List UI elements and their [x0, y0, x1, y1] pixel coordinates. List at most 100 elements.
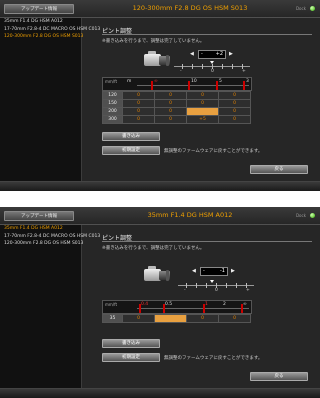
grid-cell[interactable]: 0	[186, 99, 219, 108]
distance-label: 3	[246, 79, 249, 84]
zoom-label: 300	[102, 115, 123, 124]
grid-cell[interactable]: 0	[186, 91, 219, 100]
notice-text: ※書き込みを行うまで、調整は完了していません。	[102, 39, 205, 44]
adjust-value-stepper[interactable]: - -1	[200, 267, 228, 276]
grid-cell[interactable]: 0	[218, 99, 251, 108]
decrement-arrow-icon[interactable]: ◀	[190, 51, 194, 57]
lens-title: 120-300mm F2.8 DG OS HSM S013	[132, 4, 248, 12]
grid-cell[interactable]: 0	[122, 107, 155, 116]
distance-label: 0.5	[165, 302, 173, 307]
dock-status-icon	[310, 213, 315, 218]
zoom-label: 120	[102, 91, 123, 100]
lens-item-selected[interactable]: 35mm F1.4 DG HSM A012	[0, 225, 81, 233]
scale-plus-label: +	[242, 69, 246, 74]
dock-label: Dock	[295, 213, 306, 218]
distance-label: m	[127, 79, 132, 84]
lens-title: 35mm F1.4 DG HSM A012	[147, 211, 233, 219]
increment-arrow-icon[interactable]: ▶	[229, 51, 233, 57]
reset-default-button[interactable]: 初期設定	[102, 353, 160, 362]
reset-note: 無調整のファームウェアに戻すことができます。	[164, 356, 263, 361]
decrement-arrow-icon[interactable]: ◀	[192, 268, 196, 274]
update-info-button[interactable]: アップデート情報	[4, 4, 74, 14]
write-button[interactable]: 書き込み	[102, 339, 160, 348]
divider	[102, 241, 312, 242]
scale-zero-label: 0	[211, 69, 214, 74]
title-bar: アップデート情報 120-300mm F2.8 DG OS HSM S013 D…	[0, 0, 320, 18]
focus-value-table: 35 0 0 0	[102, 314, 251, 323]
lens-list: 35mm F1.4 DG HSM A012 17-70mm F2.8-4 DC …	[0, 18, 100, 181]
scale-minus-label: -	[180, 69, 182, 74]
reset-default-button[interactable]: 初期設定	[102, 146, 160, 155]
distance-label: 1	[205, 302, 208, 307]
table-row: 35 0 0 0	[102, 314, 251, 323]
grid-cell[interactable]: 0	[218, 107, 251, 116]
lens-list: 35mm F1.4 DG HSM A012 17-70mm F2.8-4 DC …	[0, 225, 100, 388]
grid-cell[interactable]: 0	[218, 91, 251, 100]
scale-minus-label: -	[184, 288, 186, 293]
scale-plus-label: +	[246, 288, 250, 293]
unit-label: mm/ft	[105, 302, 118, 307]
zoom-label: 150	[102, 99, 123, 108]
focus-value-table: 120 0 0 0 0 150 0 0 0 0 200 0 0 0 300 0 …	[102, 91, 251, 124]
unit-label: mm/ft	[105, 79, 118, 84]
grid-cell[interactable]: 0	[186, 314, 219, 323]
grid-cell[interactable]: +5	[186, 115, 219, 124]
grid-cell[interactable]: 0	[154, 115, 187, 124]
focus-grid: mm/ft 0.4 0.5 1 2 ∞ 35 0 0 0	[102, 300, 252, 323]
back-button[interactable]: 戻る	[250, 372, 308, 381]
adjust-scale[interactable]: - 0 +	[174, 61, 250, 75]
grid-cell[interactable]: 0	[122, 99, 155, 108]
table-row: 300 0 0 +5 0	[102, 115, 251, 124]
stepper-minus: -	[203, 268, 205, 274]
distance-label: ∞	[243, 302, 247, 307]
update-info-button[interactable]: アップデート情報	[4, 211, 74, 221]
distance-label: 5	[219, 79, 222, 84]
grid-cell[interactable]: 0	[154, 91, 187, 100]
focus-grid: mm/ft m ∞ 10 5 3 120 0 0 0 0 150 0 0 0 0…	[102, 77, 252, 124]
grid-cell[interactable]: 0	[218, 314, 251, 323]
focus-distance-header: mm/ft 0.4 0.5 1 2 ∞	[102, 300, 252, 314]
grid-cell[interactable]: 0	[122, 314, 155, 323]
stepper-minus: -	[201, 51, 203, 57]
zoom-label: 35	[102, 314, 123, 323]
dock-label: Dock	[295, 6, 306, 11]
grid-cell[interactable]: 0	[218, 115, 251, 124]
table-row: 120 0 0 0 0	[102, 91, 251, 100]
focus-adjust-panel: ピント調整 ※書き込みを行うまで、調整は完了していません。 ◀ - -1 ▶ -…	[82, 225, 320, 388]
footer-bar	[0, 388, 320, 398]
screen-bottom: アップデート情報 35mm F1.4 DG HSM A012 Dock 35mm…	[0, 207, 320, 398]
lens-item[interactable]: 35mm F1.4 DG HSM A012	[0, 18, 81, 26]
focus-adjust-panel: ピント調整 ※書き込みを行うまで、調整は完了していません。 ◀ - +2 ▶ -…	[82, 18, 320, 181]
screen-top: アップデート情報 120-300mm F2.8 DG OS HSM S013 D…	[0, 0, 320, 191]
grid-cell[interactable]: 0	[122, 91, 155, 100]
adjust-scale[interactable]: - 0 +	[178, 280, 254, 294]
focus-distance-header: mm/ft m ∞ 10 5 3	[102, 77, 252, 91]
dock-status-icon	[310, 6, 315, 11]
camera-icon	[144, 263, 170, 285]
grid-cell[interactable]: 0	[154, 99, 187, 108]
back-button[interactable]: 戻る	[250, 165, 308, 174]
scale-zero-label: 0	[215, 288, 218, 293]
reset-note: 無調整のファームウェアに戻すことができます。	[164, 149, 263, 154]
write-button[interactable]: 書き込み	[102, 132, 160, 141]
lens-item[interactable]: 120-300mm F2.8 DG OS HSM S013	[0, 240, 83, 248]
grid-cell[interactable]: 0	[122, 115, 155, 124]
distance-label: 10	[191, 79, 197, 84]
distance-label: 2	[223, 302, 226, 307]
grid-cell[interactable]: 0	[154, 107, 187, 116]
zoom-label: 200	[102, 107, 123, 116]
stepper-value: -1	[220, 268, 225, 274]
adjust-value-stepper[interactable]: - +2	[198, 50, 226, 59]
grid-cell-selected[interactable]	[154, 314, 187, 323]
stepper-value: +2	[215, 51, 223, 57]
table-row: 150 0 0 0 0	[102, 99, 251, 108]
distance-label: 0.4	[141, 302, 149, 307]
notice-text: ※書き込みを行うまで、調整は完了していません。	[102, 246, 205, 251]
distance-label: ∞	[154, 79, 158, 84]
lens-item-selected[interactable]: 120-300mm F2.8 DG OS HSM S013	[0, 33, 83, 41]
lens-item[interactable]: 17-70mm F2.8-4 DC MACRO OS HSM C013	[0, 233, 100, 241]
increment-arrow-icon[interactable]: ▶	[231, 268, 235, 274]
table-row: 200 0 0 0	[102, 107, 251, 116]
lens-item[interactable]: 17-70mm F2.8-4 DC MACRO OS HSM C013	[0, 26, 100, 34]
grid-cell-selected[interactable]	[186, 107, 219, 116]
